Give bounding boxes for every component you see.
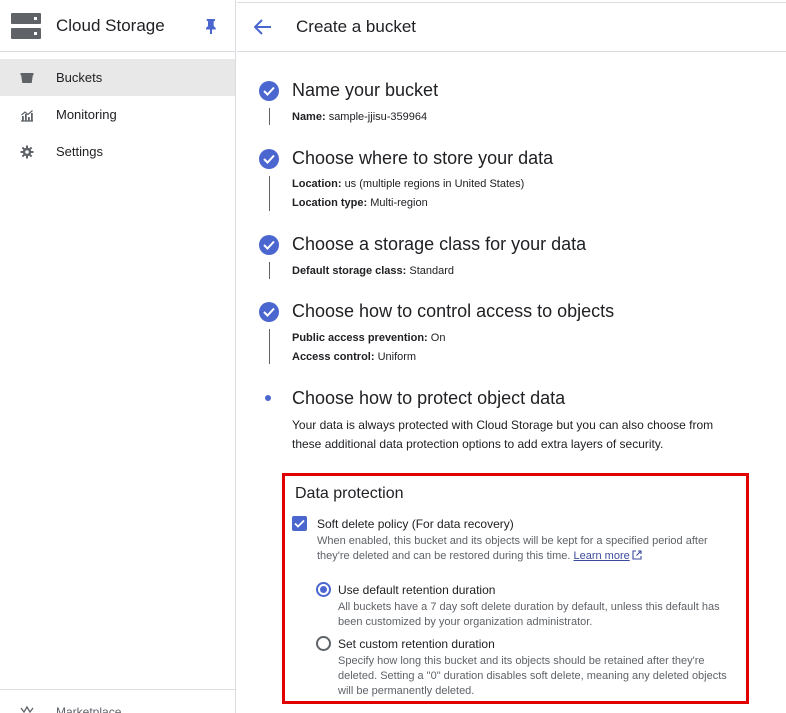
chart-icon	[20, 108, 34, 122]
sidebar-item-monitoring[interactable]: Monitoring	[0, 96, 235, 133]
page-title: Create a bucket	[296, 17, 417, 36]
default-retention-radio[interactable]	[316, 582, 331, 597]
checkmark-icon	[294, 519, 305, 528]
step-title: Choose how to control access to objects	[292, 301, 615, 321]
bucket-icon	[20, 71, 34, 85]
learn-more-link[interactable]: Learn more	[573, 550, 629, 562]
sidebar-item-label: Buckets	[56, 70, 103, 85]
check-circle-icon	[259, 149, 279, 169]
step-connector	[269, 108, 270, 125]
arrow-left-icon	[254, 19, 271, 35]
soft-delete-label[interactable]: Soft delete policy (For data recovery)	[317, 517, 514, 531]
back-button[interactable]	[252, 16, 274, 38]
sidebar-item-label: Monitoring	[56, 107, 117, 122]
custom-retention-description: Specify how long this bucket and its obj…	[338, 655, 727, 697]
data-protection-panel: Data protection Soft delete policy (For …	[282, 473, 749, 704]
check-circle-icon	[259, 81, 279, 101]
step-detail: Location type: Multi-region	[292, 197, 428, 209]
step-detail: Default storage class: Standard	[292, 265, 455, 277]
pin-icon[interactable]	[205, 18, 217, 34]
sidebar-nav: Buckets Monitoring Settings	[0, 59, 235, 170]
page-header: Create a bucket	[237, 2, 786, 52]
step-title: Choose a storage class for your data	[292, 234, 587, 254]
data-protection-title: Data protection	[295, 485, 404, 502]
step-connector	[269, 329, 270, 364]
step-connector	[269, 262, 270, 279]
step-connector	[269, 176, 270, 211]
main-content: Create a bucket Name your bucket Name: s…	[237, 0, 786, 713]
step-description: Your data is always protected with Cloud…	[292, 418, 714, 451]
sidebar: Cloud Storage Buckets Monitoring Setting…	[0, 0, 236, 713]
current-step-dot	[265, 395, 271, 401]
sidebar-item-buckets[interactable]: Buckets	[0, 59, 235, 96]
sidebar-header: Cloud Storage	[0, 0, 235, 52]
default-retention-label[interactable]: Use default retention duration	[338, 583, 495, 597]
step-title: Choose where to store your data	[292, 148, 554, 168]
step-detail: Name: sample-jjisu-359964	[292, 111, 428, 123]
soft-delete-description: When enabled, this bucket and its object…	[317, 535, 708, 562]
external-link-icon	[632, 550, 642, 560]
marketplace-icon	[20, 705, 34, 713]
sidebar-item-label: Settings	[56, 144, 103, 159]
check-circle-icon	[259, 302, 279, 322]
step-detail: Public access prevention: On	[292, 332, 446, 344]
sidebar-item-label: Marketplace	[56, 705, 122, 713]
step-title: Choose how to protect object data	[292, 388, 566, 408]
check-circle-icon	[259, 235, 279, 255]
custom-retention-label[interactable]: Set custom retention duration	[338, 637, 495, 651]
step-title: Name your bucket	[292, 80, 439, 100]
cloud-storage-logo-icon	[11, 12, 41, 39]
app-title: Cloud Storage	[56, 15, 165, 35]
step-detail: Access control: Uniform	[292, 351, 417, 363]
gear-icon	[20, 145, 34, 159]
custom-retention-radio[interactable]	[316, 636, 331, 651]
sidebar-item-settings[interactable]: Settings	[0, 133, 235, 170]
soft-delete-checkbox[interactable]	[292, 516, 307, 531]
sidebar-item-marketplace[interactable]: Marketplace	[0, 689, 236, 713]
default-retention-description: All buckets have a 7 day soft delete dur…	[338, 601, 720, 628]
step-detail: Location: us (multiple regions in United…	[292, 178, 525, 190]
